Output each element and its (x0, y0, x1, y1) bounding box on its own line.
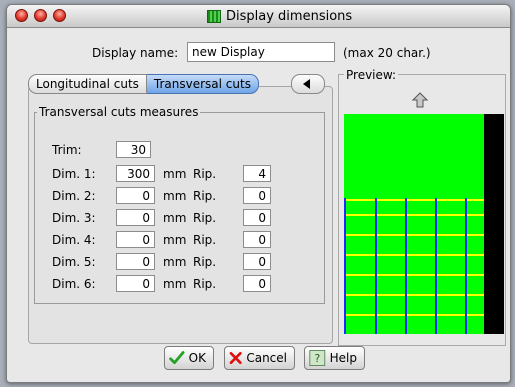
dim-unit: mm (163, 233, 187, 247)
x-icon (229, 351, 242, 365)
cuts-tabs: Longitudinal cuts Transversal cuts (28, 74, 259, 94)
title-bar: Display dimensions (7, 5, 510, 28)
dim-value-input[interactable] (116, 275, 155, 292)
window-title: Display dimensions (207, 9, 352, 24)
preview-fill (344, 114, 484, 334)
dim-value-input[interactable] (116, 253, 155, 270)
dim-value-input[interactable] (116, 231, 155, 248)
group-title: Transversal cuts measures (37, 105, 201, 119)
rip-input[interactable] (243, 187, 271, 204)
rip-label: Rip. (193, 167, 217, 181)
window-title-text: Display dimensions (226, 9, 353, 24)
rip-label: Rip. (193, 255, 217, 269)
rip-input[interactable] (243, 253, 271, 270)
dim-label: Dim. 6: (52, 277, 96, 291)
preview-canvas (344, 114, 504, 334)
tab-transversal-cuts[interactable]: Transversal cuts (146, 74, 259, 94)
dim-unit: mm (163, 211, 187, 225)
cancel-button[interactable]: Cancel (224, 346, 295, 370)
dim-value-input[interactable] (116, 187, 155, 204)
tab-scroll-left-button[interactable] (291, 74, 325, 94)
rip-input[interactable] (243, 209, 271, 226)
max-char-hint: (max 20 char.) (343, 46, 431, 60)
minimize-window-button[interactable] (34, 9, 47, 22)
dim-unit: mm (163, 277, 187, 291)
tab-longitudinal-cuts[interactable]: Longitudinal cuts (28, 74, 147, 94)
help-button-label: Help (329, 351, 357, 365)
rip-label: Rip. (193, 277, 217, 291)
rip-label: Rip. (193, 211, 217, 225)
question-icon: ? (309, 350, 326, 366)
rip-input[interactable] (243, 165, 271, 182)
zoom-window-button[interactable] (53, 9, 66, 22)
dim-label: Dim. 1: (52, 167, 96, 181)
close-window-button[interactable] (15, 9, 28, 22)
svg-text:?: ? (314, 352, 320, 365)
dim-unit: mm (163, 189, 187, 203)
checkmark-icon (169, 351, 185, 365)
trim-label: Trim: (52, 143, 82, 157)
dim-label: Dim. 5: (52, 255, 96, 269)
rip-input[interactable] (243, 231, 271, 248)
trim-input[interactable] (116, 141, 151, 158)
rip-label: Rip. (193, 233, 217, 247)
display-name-label: Display name: (92, 46, 179, 60)
display-app-icon (207, 10, 221, 23)
ok-button-label: OK (188, 351, 206, 365)
cancel-button-label: Cancel (246, 351, 287, 365)
preview-side-strip (484, 114, 504, 334)
dim-value-input[interactable] (116, 209, 155, 226)
help-button[interactable]: ? Help (304, 346, 365, 370)
transversal-measures-group (34, 112, 325, 304)
rip-input[interactable] (243, 275, 271, 292)
dim-label: Dim. 3: (52, 211, 96, 225)
preview-label: Preview: (344, 68, 399, 82)
dim-unit: mm (163, 255, 187, 269)
dim-label: Dim. 2: (52, 189, 96, 203)
ok-button[interactable]: OK (164, 346, 214, 370)
rip-label: Rip. (193, 189, 217, 203)
up-arrow-icon[interactable] (412, 92, 428, 108)
dim-value-input[interactable] (116, 165, 155, 182)
dim-unit: mm (163, 167, 187, 181)
dim-label: Dim. 4: (52, 233, 96, 247)
display-name-input[interactable] (187, 42, 335, 62)
